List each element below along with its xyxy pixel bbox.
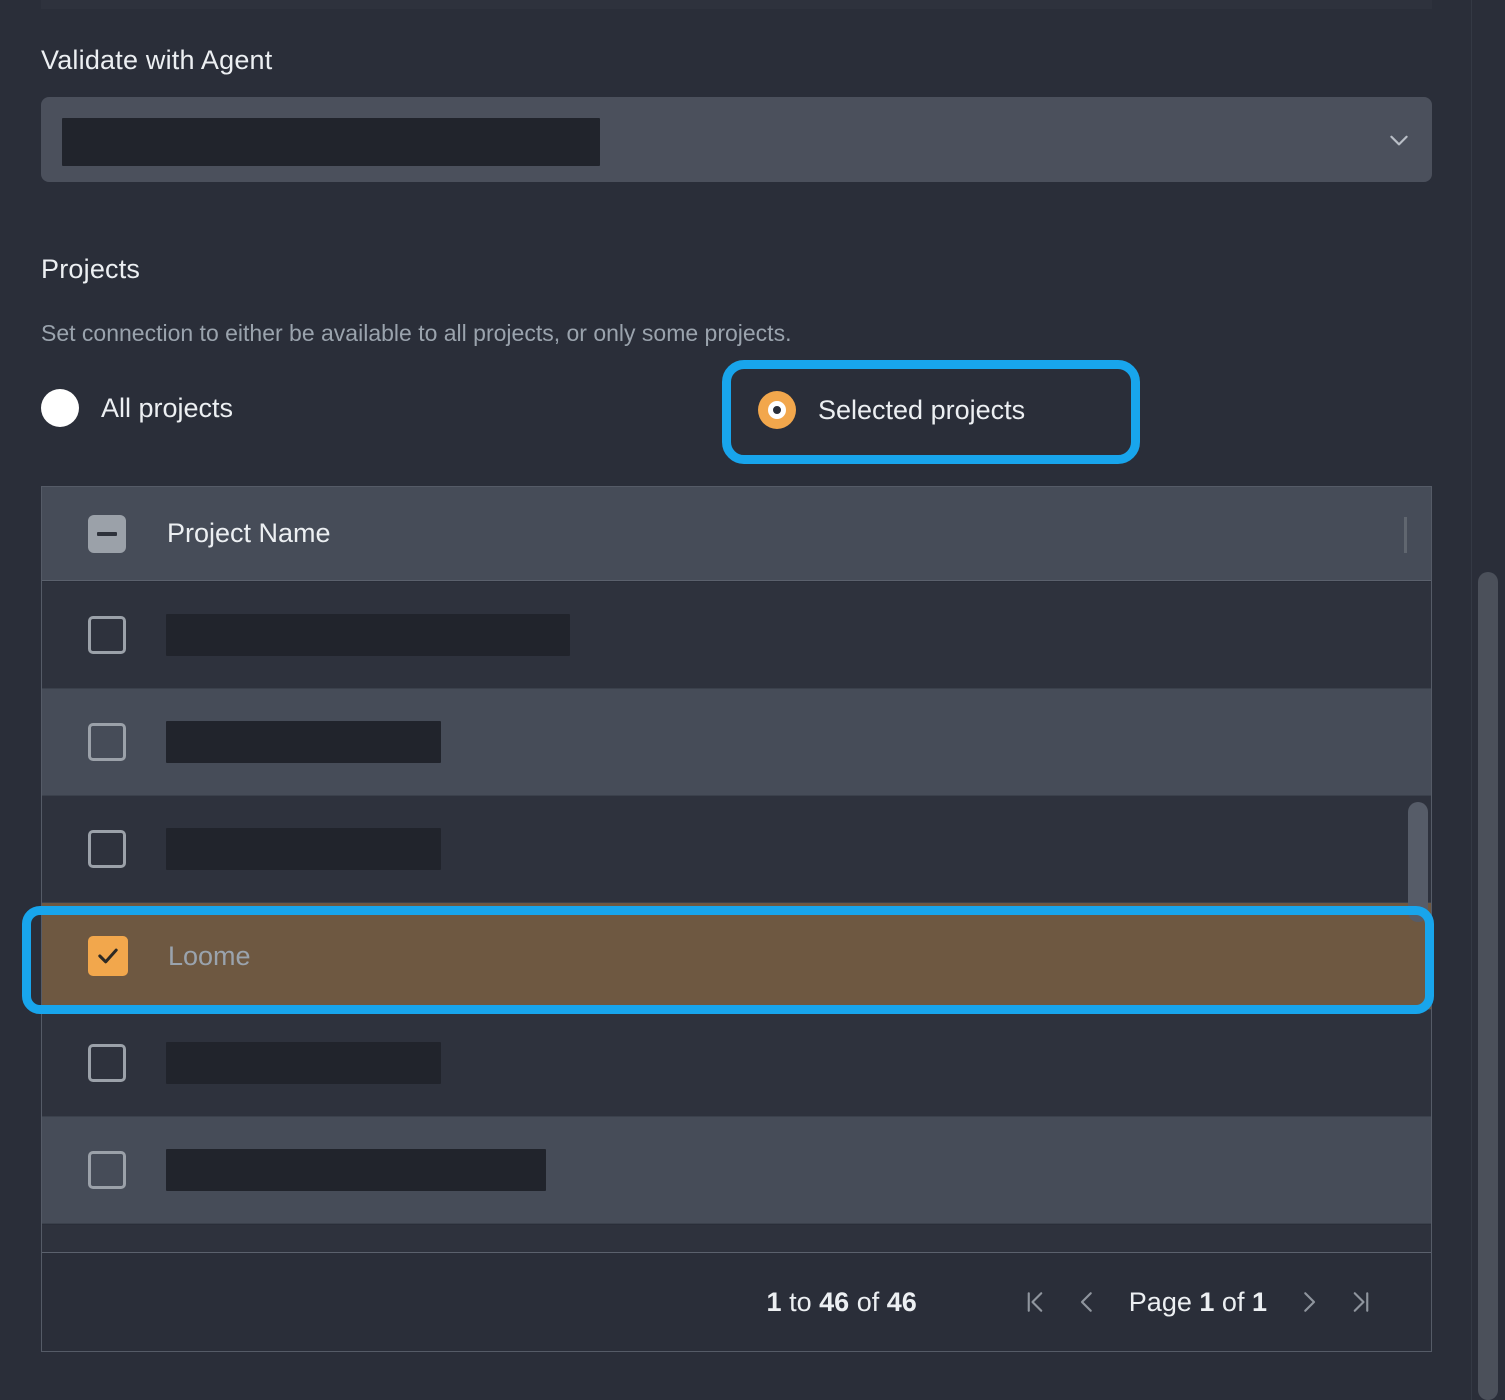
- page-total: 1: [1251, 1286, 1267, 1317]
- indeterminate-checkbox-icon: [97, 531, 117, 536]
- project-name-redacted: [166, 721, 441, 763]
- radio-unselected-icon: [41, 389, 79, 427]
- chevron-down-icon: [1386, 127, 1412, 153]
- projects-table-body: Loome: [42, 582, 1431, 1225]
- row-checkbox[interactable]: [88, 616, 126, 654]
- page-word: Page: [1128, 1286, 1192, 1317]
- pagination-controls: Page 1 of 1: [1009, 1276, 1387, 1328]
- previous-page-icon[interactable]: [1061, 1276, 1113, 1328]
- project-name-redacted: [166, 614, 570, 656]
- radio-selected-icon: [758, 391, 796, 429]
- agent-select-value-redacted: [62, 118, 600, 166]
- page-scrollbar-edge: [1471, 0, 1472, 1400]
- project-name: Loome: [168, 940, 251, 971]
- table-row[interactable]: Loome: [42, 903, 1431, 1010]
- page-indicator: Page 1 of 1: [1129, 1287, 1267, 1318]
- panel-top-edge: [41, 0, 1432, 9]
- row-checkbox[interactable]: [88, 1151, 126, 1189]
- projects-table-footer: 1 to 46 of 46 Page 1 of 1: [42, 1253, 1431, 1351]
- page-scrollbar-thumb[interactable]: [1478, 572, 1498, 1400]
- radio-all-projects[interactable]: All projects: [41, 389, 233, 427]
- row-checkbox-checked[interactable]: [88, 936, 128, 976]
- table-vertical-scrollbar[interactable]: [1408, 587, 1428, 1122]
- range-start: 1: [766, 1286, 782, 1317]
- first-page-icon[interactable]: [1009, 1276, 1061, 1328]
- radio-selected-projects[interactable]: Selected projects: [758, 391, 1025, 429]
- projects-table: Project Name Loome 1 to 46 of 46 Page 1 …: [41, 486, 1432, 1352]
- table-row[interactable]: [42, 582, 1431, 689]
- next-page-icon[interactable]: [1283, 1276, 1335, 1328]
- validate-agent-select[interactable]: [41, 97, 1432, 182]
- project-name-redacted: [166, 828, 441, 870]
- settings-panel: Validate with Agent Projects Set connect…: [0, 0, 1505, 1400]
- projects-table-header: Project Name: [42, 487, 1431, 581]
- column-header-project-name: Project Name: [167, 518, 331, 548]
- row-checkbox[interactable]: [88, 723, 126, 761]
- project-name-redacted: [166, 1042, 441, 1084]
- page-of-word: of: [1221, 1286, 1245, 1317]
- radio-all-projects-label: All projects: [101, 392, 234, 423]
- projects-heading: Projects: [41, 254, 141, 284]
- page-vertical-scrollbar[interactable]: [1471, 0, 1505, 1400]
- column-resize-handle[interactable]: [1404, 517, 1407, 553]
- table-row[interactable]: [42, 689, 1431, 796]
- page-current: 1: [1199, 1286, 1215, 1317]
- row-checkbox[interactable]: [88, 830, 126, 868]
- table-body-tail: [42, 1225, 1431, 1253]
- table-row[interactable]: [42, 796, 1431, 903]
- project-name-redacted: [166, 1149, 546, 1191]
- projects-description: Set connection to either be available to…: [41, 320, 792, 346]
- validate-with-agent-label: Validate with Agent: [41, 45, 273, 75]
- range-of-word: of: [856, 1286, 880, 1317]
- row-checkbox[interactable]: [88, 1044, 126, 1082]
- table-row[interactable]: [42, 1010, 1431, 1117]
- range-end: 46: [819, 1286, 850, 1317]
- row-range-status: 1 to 46 of 46: [767, 1287, 917, 1318]
- radio-selected-projects-label: Selected projects: [818, 394, 1026, 425]
- table-row[interactable]: [42, 1117, 1431, 1224]
- select-all-checkbox[interactable]: [88, 514, 126, 553]
- range-to-word: to: [789, 1286, 812, 1317]
- last-page-icon[interactable]: [1335, 1276, 1387, 1328]
- range-total: 46: [886, 1286, 917, 1317]
- table-scrollbar-thumb[interactable]: [1408, 802, 1428, 922]
